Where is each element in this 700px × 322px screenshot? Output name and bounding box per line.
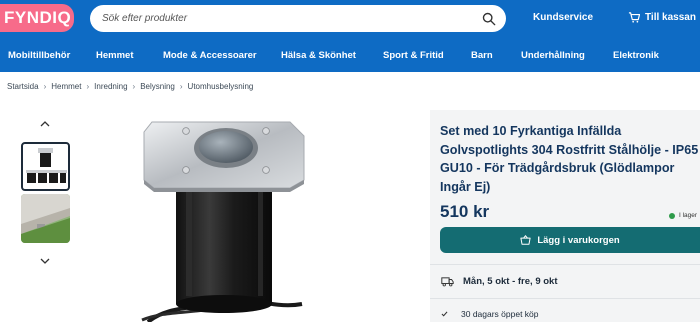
- product-price: 510 kr: [440, 202, 490, 221]
- thumbnail-next-button[interactable]: [39, 256, 51, 266]
- breadcrumb: Startsida › Hemmet › Inredning › Belysni…: [7, 82, 253, 91]
- product-thumbnail-2[interactable]: [21, 194, 70, 243]
- breadcrumb-item[interactable]: Startsida: [7, 82, 39, 91]
- chevron-right-icon: ›: [179, 82, 183, 91]
- add-to-cart-button[interactable]: Lägg i varukorgen: [440, 227, 700, 253]
- cart-icon: [520, 235, 531, 245]
- divider: [430, 298, 700, 299]
- category-halsa-skonhet[interactable]: Hälsa & Skönhet: [281, 50, 356, 61]
- chevron-right-icon: ›: [43, 82, 47, 91]
- stock-label: I lager: [679, 212, 698, 219]
- divider: [430, 264, 700, 265]
- chevron-up-icon: [40, 121, 50, 127]
- cart-link[interactable]: Till kassan: [628, 12, 696, 23]
- spotlight-set-image: [26, 148, 67, 183]
- delivery-date: Mån, 5 okt - fre, 9 okt: [463, 276, 558, 287]
- truck-icon: [441, 277, 454, 287]
- in-stock-dot-icon: [669, 212, 675, 219]
- add-to-cart-label: Lägg i varukorgen: [537, 234, 620, 246]
- thumbnail-prev-button[interactable]: [39, 119, 51, 129]
- search-input[interactable]: [102, 13, 482, 24]
- breadcrumb-item[interactable]: Inredning: [94, 82, 127, 91]
- category-sport-fritid[interactable]: Sport & Fritid: [383, 50, 444, 61]
- site-header: FYNDIQ Kundservice Till kassan Mobiltill…: [0, 0, 700, 72]
- product-title: Set med 10 Fyrkantiga Infällda Golvspotl…: [440, 124, 699, 194]
- search-icon[interactable]: [482, 12, 496, 26]
- category-barn[interactable]: Barn: [471, 50, 493, 61]
- category-mobiltillbehor[interactable]: Mobiltillbehör: [8, 50, 70, 61]
- search-bar[interactable]: [90, 5, 506, 32]
- fyndiq-logo[interactable]: FYNDIQ: [0, 4, 74, 32]
- main-product-image[interactable]: [140, 114, 306, 322]
- return-policy-label: 30 dagars öppet köp: [461, 309, 539, 319]
- stock-status: I lager: [669, 212, 697, 219]
- breadcrumb-item[interactable]: Belysning: [140, 82, 175, 91]
- cart-label: Till kassan: [645, 12, 696, 23]
- cart-icon: [628, 12, 640, 23]
- category-elektronik[interactable]: Elektronik: [613, 50, 659, 61]
- chevron-right-icon: ›: [86, 82, 90, 91]
- product-thumbnail-1[interactable]: [21, 142, 70, 191]
- chevron-right-icon: ›: [132, 82, 136, 91]
- category-mode-accessoarer[interactable]: Mode & Accessoarer: [163, 50, 257, 61]
- delivery-estimate: Mån, 5 okt - fre, 9 okt: [441, 276, 558, 287]
- chevron-down-icon: [40, 258, 50, 264]
- check-icon: [441, 311, 448, 317]
- category-nav: Mobiltillbehör Hemmet Mode & Accessoarer…: [0, 45, 700, 65]
- return-policy: 30 dagars öppet köp: [441, 309, 539, 319]
- breadcrumb-item[interactable]: Hemmet: [51, 82, 81, 91]
- kundservice-link[interactable]: Kundservice: [533, 12, 593, 23]
- garden-lawn-image: [21, 194, 70, 243]
- breadcrumb-item[interactable]: Utomhusbelysning: [188, 82, 254, 91]
- category-hemmet[interactable]: Hemmet: [96, 50, 134, 61]
- category-underhallning[interactable]: Underhållning: [521, 50, 585, 61]
